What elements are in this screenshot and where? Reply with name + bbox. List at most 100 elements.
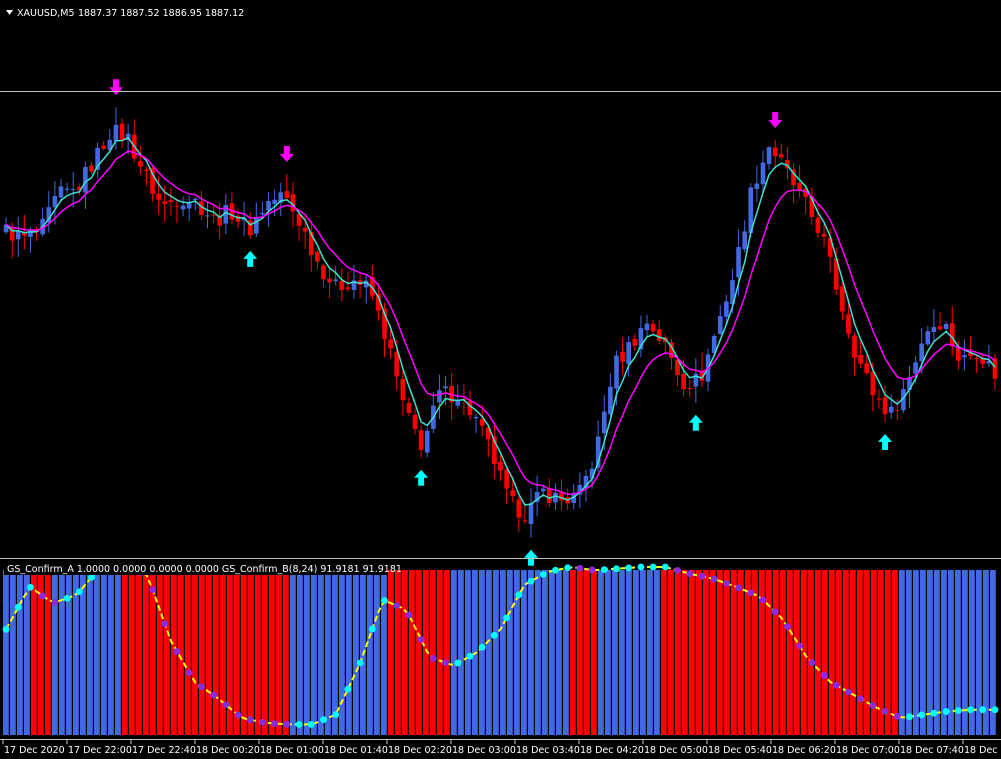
oscillator-bar [129, 570, 135, 735]
candle-body [547, 488, 552, 503]
oscillator-bar [150, 570, 156, 735]
oscillator-dot [893, 713, 901, 720]
oscillator-bar [598, 570, 604, 735]
oscillator-bar [143, 570, 149, 735]
candle-body [797, 182, 802, 190]
oscillator-bar [185, 570, 191, 735]
oscillator-bar [654, 570, 660, 735]
candle-body [162, 201, 168, 204]
oscillator-dot [832, 681, 840, 689]
candle-body [913, 362, 918, 374]
candle-body [766, 147, 772, 164]
candle-body [156, 193, 161, 200]
oscillator-bar [136, 570, 142, 735]
candle-body [815, 217, 821, 233]
chart-window[interactable]: XAUUSD,M5 1887.37 1887.52 1886.95 1887.1… [0, 0, 1001, 759]
candle-body [821, 233, 827, 237]
oscillator-bar [920, 570, 926, 735]
candle-body [180, 205, 186, 210]
oscillator-bar [528, 570, 534, 735]
candle-body [516, 499, 522, 518]
oscillator-dot [63, 594, 71, 602]
oscillator-bar [864, 570, 870, 735]
oscillator-bar [486, 570, 492, 735]
oscillator-dot [930, 709, 938, 717]
candle-body [418, 430, 424, 450]
candle-body [205, 215, 210, 217]
oscillator-bar [311, 570, 317, 735]
oscillator-bar [738, 570, 744, 735]
oscillator-bar [458, 570, 464, 735]
oscillator-bar [437, 570, 443, 735]
oscillator-bar [220, 570, 226, 735]
oscillator-bar [213, 570, 219, 735]
oscillator-bar [605, 570, 611, 735]
candle-body [528, 503, 534, 525]
oscillator-dot [197, 683, 205, 691]
oscillator-dot [661, 563, 669, 571]
oscillator-bar [283, 570, 289, 735]
oscillator-bar [52, 570, 58, 735]
candle-body [522, 520, 528, 522]
oscillator-dot [564, 564, 572, 572]
candle-body [455, 400, 461, 406]
candle-body [846, 314, 851, 334]
oscillator-bar [724, 570, 730, 735]
oscillator-bar [493, 570, 499, 735]
candle-body [315, 251, 320, 262]
candle-body [260, 212, 265, 215]
oscillator-bar [297, 570, 303, 735]
oscillator-dot [503, 614, 511, 622]
oscillator-dot [942, 708, 950, 715]
oscillator-bar [570, 570, 576, 735]
candle-body [687, 388, 693, 390]
candle-body [284, 191, 290, 198]
oscillator-bar [899, 570, 905, 735]
oscillator-dot [637, 563, 645, 571]
candle-body [894, 409, 900, 411]
time-tick-label: 18 Dec 07:00 [836, 745, 900, 756]
candle-body [656, 329, 662, 341]
candle-body [266, 201, 271, 211]
oscillator-bar [808, 570, 814, 735]
candle-body [321, 265, 326, 280]
oscillator-dot [796, 642, 804, 650]
oscillator-dot [271, 720, 279, 727]
candle-body [840, 286, 845, 312]
oscillator-bar [409, 570, 415, 735]
oscillator-bar [815, 570, 821, 735]
candle-body [89, 165, 94, 172]
oscillator-dot [918, 711, 926, 719]
candle-body [614, 355, 619, 389]
time-tick-label: 18 Dec 04:20 [580, 745, 644, 756]
candle-body [510, 490, 516, 497]
oscillator-dot [869, 702, 877, 710]
oscillator-dot [283, 720, 291, 728]
candle-body [211, 214, 216, 216]
candle-body [174, 205, 180, 207]
candle-body [144, 169, 149, 171]
candle-body [882, 397, 888, 415]
oscillator-bar [927, 570, 933, 735]
oscillator-bar [675, 570, 681, 735]
candle-body [620, 351, 625, 362]
oscillator-dot [27, 583, 34, 591]
candle-body [101, 145, 107, 149]
oscillator-dot [307, 721, 315, 728]
candle-body [70, 189, 76, 191]
ohlc-label: 1887.37 1887.52 1886.95 1887.12 [78, 8, 244, 19]
oscillator-bar [157, 570, 163, 735]
oscillator-bar [689, 570, 695, 735]
candle-body [83, 166, 88, 193]
oscillator-bar [549, 570, 555, 735]
oscillator-bar [913, 570, 919, 735]
oscillator-dot [368, 625, 376, 633]
oscillator-bar [227, 570, 233, 735]
oscillator-dot [39, 592, 47, 600]
oscillator-bar [402, 570, 408, 735]
candle-body [64, 188, 70, 190]
candle-body [339, 280, 345, 291]
oscillator-dot [771, 608, 779, 616]
oscillator-bar [871, 570, 877, 735]
oscillator-bar [416, 570, 422, 735]
